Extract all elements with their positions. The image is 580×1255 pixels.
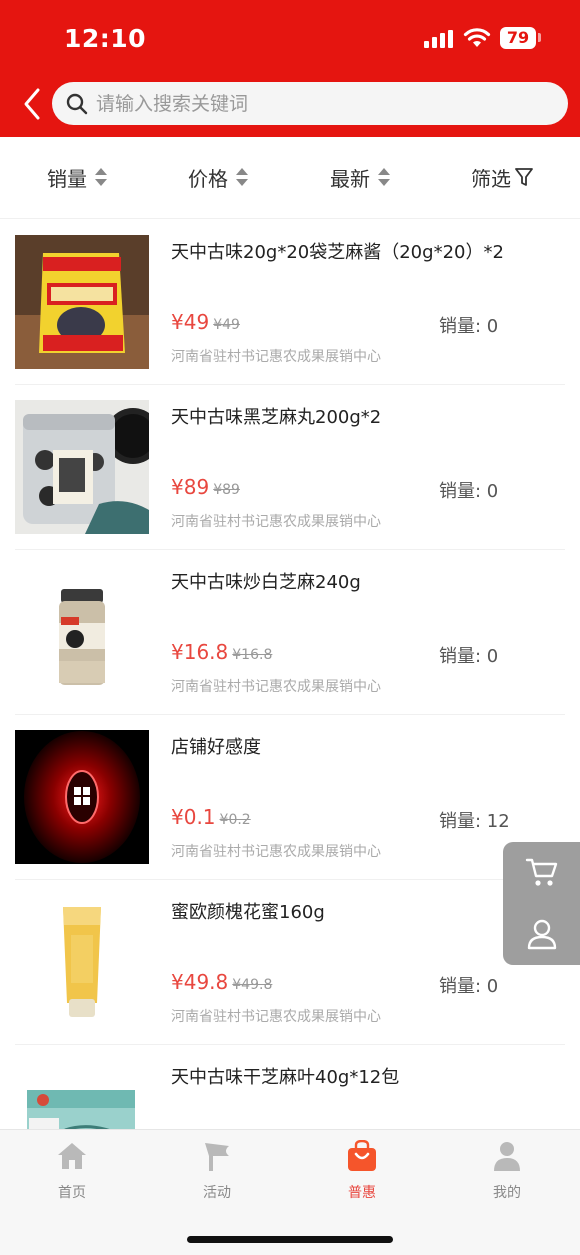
- product-sales: 销量: 0: [439, 316, 499, 337]
- sort-price[interactable]: 价格: [188, 159, 248, 195]
- sort-arrows-icon: [236, 168, 248, 186]
- sort-price-label: 价格: [188, 166, 228, 191]
- sort-newest[interactable]: 最新: [330, 159, 390, 195]
- product-price: ¥0.1 ¥0.2: [171, 805, 251, 829]
- product-sales: 销量: 12: [439, 811, 510, 832]
- price-value: ¥49.8: [171, 970, 229, 994]
- product-shop: 河南省驻村书记惠农成果展销中心: [171, 514, 381, 530]
- flag-icon: [205, 1143, 229, 1171]
- product-sales: 销量: 0: [439, 646, 499, 667]
- search-icon: [66, 93, 88, 115]
- bottom-tab-bar: 首页 活动 普惠 我的: [0, 1129, 580, 1255]
- tab-activity[interactable]: 活动: [177, 1140, 257, 1202]
- home-indicator: [187, 1236, 393, 1243]
- sort-bar: 销量 价格 最新 筛选: [0, 137, 580, 219]
- product-title: 蜜欧颜槐花蜜160g: [171, 902, 325, 923]
- tab-home-label: 首页: [58, 1185, 86, 1201]
- header-bar: 12:10 79: [0, 0, 580, 137]
- floating-panel: [503, 842, 580, 965]
- product-shop: 河南省驻村书记惠农成果展销中心: [171, 679, 381, 695]
- product-card[interactable]: 天中古味炒白芝麻240g ¥16.8 ¥16.8 销量: 0 河南省驻村书记惠农成…: [15, 550, 565, 715]
- cart-icon: [525, 858, 557, 886]
- product-title: 天中古味20g*20袋芝麻酱（20g*20）*2: [171, 242, 504, 263]
- price-value: ¥0.1: [171, 805, 216, 829]
- tab-activity-label: 活动: [203, 1185, 231, 1201]
- original-price: ¥89: [213, 482, 240, 498]
- sort-arrows-icon: [95, 168, 107, 186]
- sort-sales-label: 销量: [47, 166, 87, 191]
- product-shop: 河南省驻村书记惠农成果展销中心: [171, 349, 381, 365]
- tab-home[interactable]: 首页: [32, 1140, 112, 1202]
- shopping-bag-icon: [348, 1139, 376, 1171]
- price-value: ¥16.8: [171, 640, 229, 664]
- status-bar: 12:10 79: [0, 0, 580, 76]
- sort-sales[interactable]: 销量: [47, 159, 107, 195]
- search-box[interactable]: [52, 82, 568, 125]
- original-price: ¥49.8: [232, 977, 273, 993]
- profile-button[interactable]: [503, 904, 580, 964]
- price-value: ¥49: [171, 310, 210, 334]
- tab-mine[interactable]: 我的: [467, 1140, 547, 1202]
- product-image: [15, 235, 149, 369]
- person-icon: [494, 1142, 520, 1171]
- back-arrow-icon[interactable]: [18, 86, 48, 122]
- filter-button[interactable]: 筛选: [471, 159, 533, 195]
- wifi-icon: [463, 28, 491, 47]
- product-title: 天中古味黑芝麻丸200g*2: [171, 407, 382, 428]
- tab-benefit[interactable]: 普惠: [322, 1139, 402, 1202]
- product-image: [15, 565, 149, 699]
- product-card[interactable]: 天中古味黑芝麻丸200g*2 ¥89 ¥89 销量: 0 河南省驻村书记惠农成果展…: [15, 385, 565, 550]
- product-title: 店铺好感度: [171, 737, 261, 758]
- original-price: ¥16.8: [232, 647, 273, 663]
- signal-icon: [424, 30, 454, 48]
- user-icon: [527, 919, 556, 950]
- battery-indicator: 79: [500, 27, 536, 49]
- product-price: ¥16.8 ¥16.8: [171, 640, 272, 664]
- product-card[interactable]: 蜜欧颜槐花蜜160g ¥49.8 ¥49.8 销量: 0 河南省驻村书记惠农成果展…: [15, 880, 565, 1045]
- price-value: ¥89: [171, 475, 210, 499]
- product-image: [15, 400, 149, 534]
- original-price: ¥49: [213, 317, 240, 333]
- product-image: [15, 730, 149, 864]
- product-sales: 销量: 0: [439, 481, 499, 502]
- home-icon: [58, 1143, 86, 1169]
- cart-button[interactable]: [503, 842, 580, 902]
- original-price: ¥0.2: [219, 812, 251, 828]
- status-time: 12:10: [64, 24, 147, 53]
- product-title: 天中古味干芝麻叶40g*12包: [171, 1067, 400, 1088]
- product-shop: 河南省驻村书记惠农成果展销中心: [171, 844, 381, 860]
- product-card[interactable]: 店铺好感度 ¥0.1 ¥0.2 销量: 12 河南省驻村书记惠农成果展销中心: [15, 715, 565, 880]
- product-card[interactable]: 天中古味20g*20袋芝麻酱（20g*20）*2 ¥49 ¥49 销量: 0 河南…: [15, 220, 565, 385]
- sort-newest-label: 最新: [330, 166, 370, 191]
- product-sales: 销量: 0: [439, 976, 499, 997]
- tab-mine-label: 我的: [493, 1185, 521, 1201]
- tab-benefit-label: 普惠: [348, 1185, 376, 1201]
- filter-label: 筛选: [471, 166, 511, 191]
- product-price: ¥89 ¥89: [171, 475, 240, 499]
- filter-icon: [515, 168, 533, 186]
- product-shop: 河南省驻村书记惠农成果展销中心: [171, 1009, 381, 1025]
- product-price: ¥49.8 ¥49.8: [171, 970, 272, 994]
- product-title: 天中古味炒白芝麻240g: [171, 572, 361, 593]
- sort-arrows-icon: [378, 168, 390, 186]
- search-input[interactable]: [96, 82, 556, 125]
- product-price: ¥49 ¥49: [171, 310, 240, 334]
- product-image: [15, 895, 149, 1029]
- battery-tip: [538, 33, 541, 42]
